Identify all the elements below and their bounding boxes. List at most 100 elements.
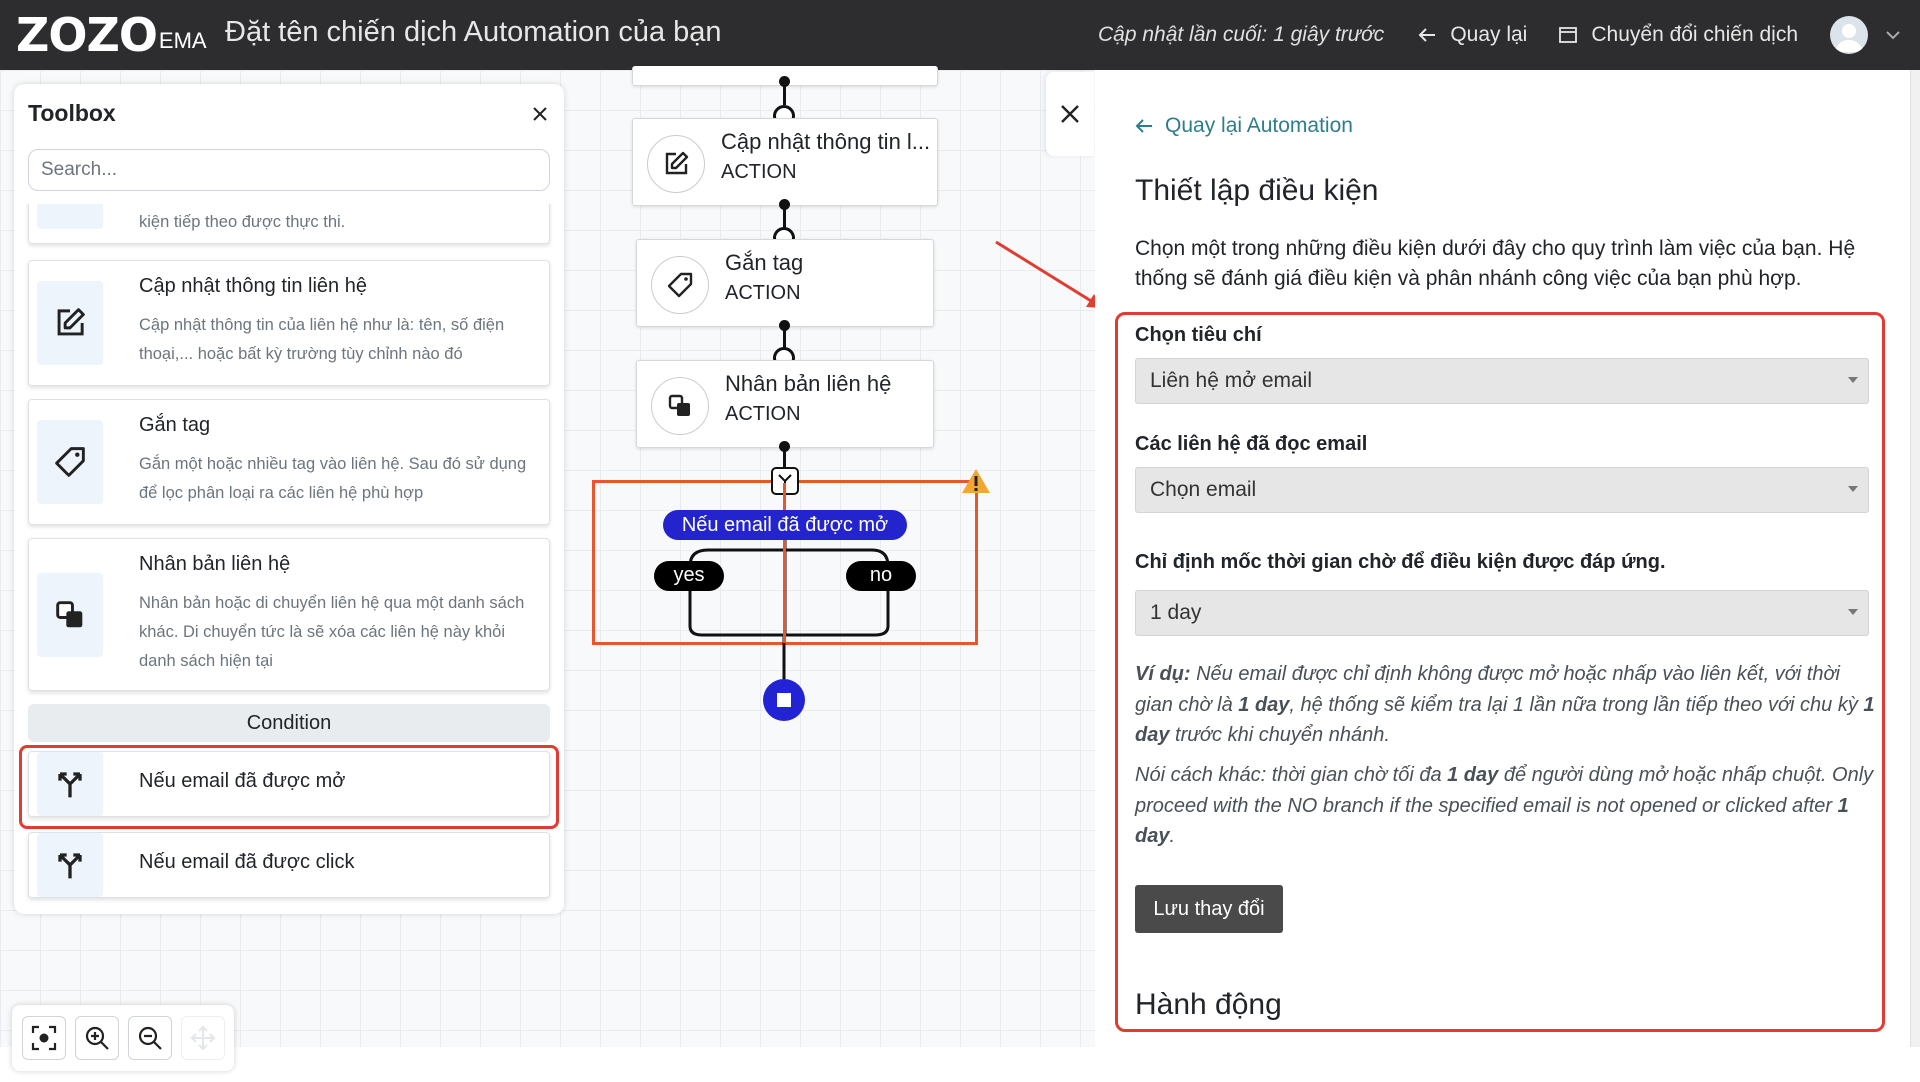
zoom-out-icon xyxy=(138,1026,162,1050)
cut-off-text xyxy=(1135,1042,1885,1047)
close-icon[interactable] xyxy=(530,104,550,124)
email-label: Các liên hệ đã đọc email xyxy=(1135,433,1368,455)
node-title: Nhân bản liên hệ xyxy=(725,371,892,396)
toolbox-item-title: Nếu email đã được click xyxy=(139,851,355,873)
caret-down-icon xyxy=(1848,486,1858,492)
actions-heading: Hành động xyxy=(1135,988,1282,1021)
criteria-select[interactable]: Liên hệ mở email xyxy=(1135,358,1869,404)
toolbox-item-desc: Cập nhật thông tin của liên hệ như là: t… xyxy=(139,316,505,363)
node-title: Gắn tag xyxy=(725,250,804,275)
section-condition: Condition xyxy=(28,704,550,742)
toolbox-item-update-contact[interactable]: Cập nhật thông tin liên hệ Cập nhật thôn… xyxy=(28,260,550,386)
pan-button[interactable] xyxy=(181,1016,225,1060)
example-text: Ví dụ: Nếu email được chỉ định không đượ… xyxy=(1135,659,1880,751)
email-select[interactable]: Chọn email xyxy=(1135,467,1869,513)
toolbox-item-clone-contact[interactable]: Nhân bản liên hệ Nhân bản hoặc di chuyển… xyxy=(28,538,550,691)
split-icon xyxy=(37,752,103,816)
edit-icon xyxy=(37,281,103,365)
caret-down-icon xyxy=(1848,377,1858,383)
fit-view-button[interactable] xyxy=(22,1016,66,1060)
connector-dot xyxy=(779,76,790,87)
move-icon xyxy=(190,1025,216,1051)
toolbox-item-desc: Gắn một hoặc nhiều tag vào liên hệ. Sau … xyxy=(139,455,527,502)
branch-lines xyxy=(688,540,890,680)
explanation-part: Nói cách khác: thời gian chờ tối đa xyxy=(1135,764,1448,786)
panel-close-button[interactable] xyxy=(1046,72,1094,156)
example-value: 1 day xyxy=(1238,693,1290,716)
end-node[interactable] xyxy=(763,679,805,721)
zoom-in-button[interactable] xyxy=(75,1016,119,1060)
toolbox-list[interactable]: kiện tiếp theo được thực thi. Cập nhật t… xyxy=(14,204,564,914)
toolbox-search-input[interactable] xyxy=(28,149,550,191)
zozo-logo[interactable]: ZOZO EMA xyxy=(16,8,207,62)
item-icon-bg xyxy=(37,204,103,229)
explanation-value: 1 day xyxy=(1447,764,1499,786)
connector xyxy=(783,204,786,228)
toolbox-item-title: Cập nhật thông tin liên hệ xyxy=(139,275,367,297)
condition-settings-panel: Quay lại Automation Thiết lập điều kiện … xyxy=(1095,70,1920,1047)
annotation-arrow xyxy=(995,240,1102,308)
explanation-text: Nói cách khác: thời gian chờ tối đa 1 da… xyxy=(1135,760,1880,852)
toolbox-item-desc: Nhân bản hoặc di chuyển liên hệ qua một … xyxy=(139,594,525,670)
logo-text: ZOZO xyxy=(16,8,158,62)
zoom-in-icon xyxy=(85,1026,109,1050)
back-to-automation-link[interactable]: Quay lại Automation xyxy=(1135,114,1353,138)
node-type: ACTION xyxy=(725,282,801,304)
stop-icon xyxy=(777,693,791,707)
back-link-label: Quay lại Automation xyxy=(1165,114,1353,137)
arrow-left-icon xyxy=(1135,119,1152,133)
tag-icon xyxy=(651,256,709,314)
node-title: Cập nhật thông tin l... xyxy=(721,129,931,154)
criteria-label: Chọn tiêu chí xyxy=(1135,324,1262,346)
flow-node-clone-contact[interactable]: Nhân bản liên hệ ACTION xyxy=(636,360,934,448)
connector xyxy=(783,325,786,349)
connector xyxy=(783,446,786,468)
toolbox-item-desc: kiện tiếp theo được thực thi. xyxy=(139,213,346,231)
switch-campaign-label: Chuyển đổi chiến dịch xyxy=(1591,23,1798,46)
no-branch-pill[interactable]: no xyxy=(846,561,916,591)
campaign-title[interactable]: Đặt tên chiến dịch Automation của bạn xyxy=(225,16,722,49)
toolbox-item-title: Nếu email đã được mở xyxy=(139,770,346,792)
caret-down-icon xyxy=(1848,609,1858,615)
toolbox-item-title: Nhân bản liên hệ xyxy=(139,553,291,575)
flow-node-tag[interactable]: Gắn tag ACTION xyxy=(636,239,934,327)
wait-time-label: Chỉ định mốc thời gian chờ để điều kiện … xyxy=(1135,551,1666,573)
example-text-part: , hệ thống sẽ kiểm tra lại 1 lần nữa tro… xyxy=(1289,693,1864,716)
toolbox-item-email-clicked[interactable]: Nếu email đã được click xyxy=(28,832,550,898)
flow-node-update-contact[interactable]: Cập nhật thông tin l... ACTION xyxy=(632,118,938,206)
toolbox-panel: Toolbox kiện tiếp theo được thực thi. Cậ… xyxy=(14,84,564,914)
example-text-part: trước khi chuyển nhánh. xyxy=(1169,724,1390,746)
warning-icon[interactable] xyxy=(961,467,991,495)
panel-scrollbar[interactable] xyxy=(1910,70,1920,1047)
close-icon xyxy=(1061,105,1079,123)
panel-heading: Thiết lập điều kiện xyxy=(1135,174,1379,207)
top-bar: ZOZO EMA Đặt tên chiến dịch Automation c… xyxy=(0,0,1920,70)
last-update-text: Cập nhật lần cuối: 1 giây trước xyxy=(1097,23,1385,46)
copy-icon xyxy=(651,377,709,435)
split-icon xyxy=(37,833,103,897)
logo-sub: EMA xyxy=(158,28,207,53)
toolbox-item-tag[interactable]: Gắn tag Gắn một hoặc nhiều tag vào liên … xyxy=(28,399,550,525)
condition-label-pill[interactable]: Nếu email đã được mở xyxy=(663,510,907,540)
toolbox-item-title: Gắn tag xyxy=(139,414,211,436)
example-prefix: Ví dụ: xyxy=(1135,663,1191,685)
wait-time-select[interactable]: 1 day xyxy=(1135,590,1869,636)
focus-icon xyxy=(31,1025,57,1051)
user-icon xyxy=(1835,24,1863,52)
edit-icon xyxy=(647,135,705,193)
node-type: ACTION xyxy=(725,403,801,425)
switch-campaign-button[interactable]: Chuyển đổi chiến dịch xyxy=(1559,23,1798,47)
copy-icon xyxy=(37,573,103,657)
back-button-label: Quay lại xyxy=(1450,23,1528,46)
criteria-select-value: Liên hệ mở email xyxy=(1150,369,1313,392)
back-button[interactable]: Quay lại xyxy=(1418,23,1527,47)
avatar[interactable] xyxy=(1830,16,1868,54)
explanation-part: . xyxy=(1169,825,1176,847)
toolbox-item-email-opened[interactable]: Nếu email đã được mở xyxy=(28,751,550,817)
toolbox-item-partial[interactable]: kiện tiếp theo được thực thi. xyxy=(28,204,550,244)
save-changes-button[interactable]: Lưu thay đổi xyxy=(1135,885,1283,933)
zoom-out-button[interactable] xyxy=(128,1016,172,1060)
yes-branch-pill[interactable]: yes xyxy=(654,561,724,591)
chevron-down-icon[interactable] xyxy=(1886,30,1900,40)
tag-icon xyxy=(37,420,103,504)
